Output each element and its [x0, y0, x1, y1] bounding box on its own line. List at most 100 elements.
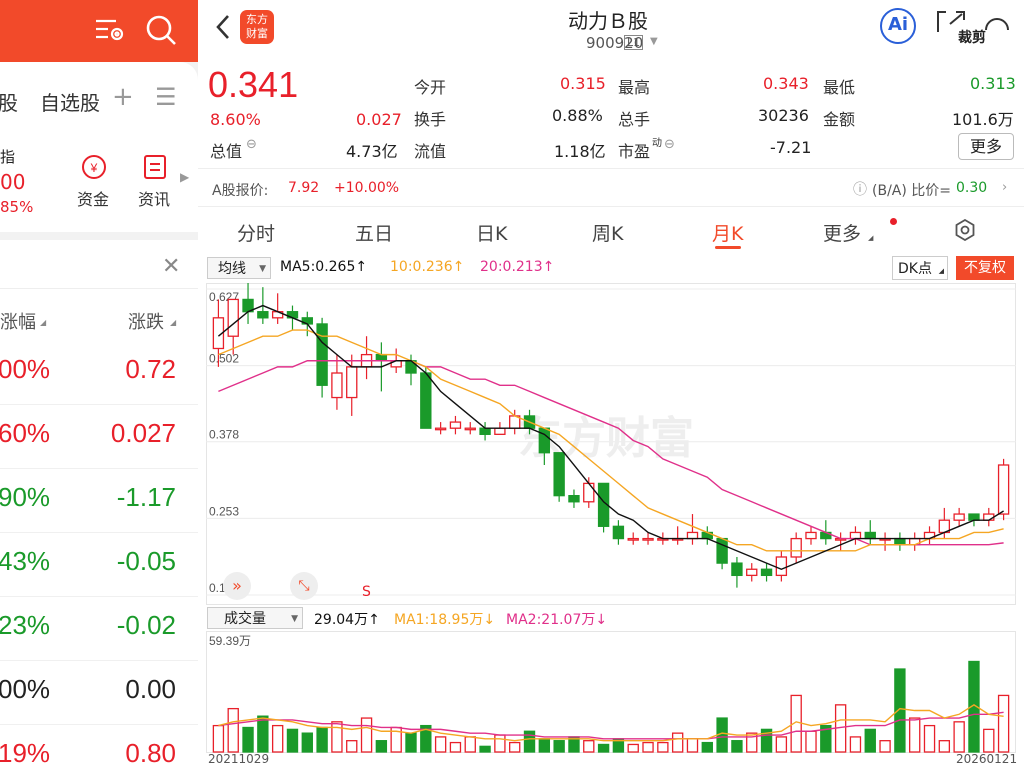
row-change-amt: -0.05 [116, 546, 176, 576]
news-icon[interactable] [143, 154, 167, 180]
volume-bar [686, 738, 699, 753]
row-change-pct: 43% [0, 546, 51, 576]
sort-icon[interactable]: ◢ [170, 318, 176, 327]
volume-bar [316, 726, 328, 753]
ma-selector[interactable]: 均线 ▼ [207, 257, 271, 279]
row-divider [0, 660, 198, 661]
list-item[interactable]: 90% -1.17 [0, 468, 198, 532]
search-icon[interactable] [145, 14, 177, 46]
funds-label[interactable]: 资金 [77, 186, 109, 210]
start-date: 20211029 [208, 752, 270, 766]
candle-body [316, 323, 328, 386]
expand-icon[interactable]: » [223, 572, 251, 600]
volume-bar [983, 728, 995, 753]
gear-icon[interactable] [954, 218, 976, 242]
row-change-pct: 00% [0, 674, 51, 704]
list-item[interactable]: 60% 0.027 [0, 404, 198, 468]
float-label: 流值 [414, 142, 447, 161]
volume-bar [775, 736, 788, 753]
dk-point-selector[interactable]: DK点 ◢ [892, 256, 948, 280]
amount-value: 101.6万 [952, 110, 1014, 129]
close-icon[interactable]: ✕ [162, 254, 180, 279]
news-label[interactable]: 资讯 [138, 186, 170, 210]
volume-chart[interactable]: 59.39万 [206, 631, 1016, 753]
level-badge[interactable]: L1 [624, 35, 644, 50]
candle-body [583, 482, 595, 503]
volume-bar [449, 741, 462, 753]
candlestick-chart[interactable]: 0.6270.5020.3780.2530.128东方财富 [206, 283, 1016, 605]
candle-body [805, 531, 817, 540]
low-value: 0.313 [970, 74, 1016, 93]
refresh-icon[interactable] [982, 10, 1012, 34]
row-divider [0, 468, 198, 469]
volume-bar [227, 707, 239, 753]
list-item[interactable]: 00% 0.72 [0, 340, 198, 404]
volume-bar [538, 738, 551, 753]
tab-monthly-k[interactable]: 月K [712, 219, 743, 246]
logo-line: 东方 [246, 13, 268, 26]
zoom-icon[interactable]: ⤡ [290, 572, 318, 600]
adjust-button[interactable]: 不复权 [956, 256, 1014, 280]
candle-body [538, 427, 551, 454]
volume-bar [627, 743, 639, 753]
row-change-pct: 00% [0, 354, 51, 384]
row-change-amt: -1.17 [116, 482, 176, 512]
column-change-amt[interactable]: 涨跌 [128, 308, 164, 334]
volume-bar [479, 745, 491, 753]
info-icon[interactable]: ⊖ [246, 137, 257, 152]
list-item[interactable]: 23% -0.02 [0, 596, 198, 660]
candle-body [227, 298, 239, 337]
signal-label: S [362, 584, 371, 600]
chevron-right-icon[interactable]: ▶ [180, 170, 189, 184]
candle-body [716, 537, 728, 564]
more-button[interactable]: 更多 [958, 133, 1014, 160]
candle-body [494, 427, 506, 435]
active-tab-underline [715, 246, 741, 249]
volume-bar [953, 721, 965, 753]
list-item[interactable]: 19% 0.80 [0, 724, 198, 768]
info-icon[interactable]: ⊖ [664, 137, 675, 152]
chevron-down-icon[interactable]: ▼ [650, 36, 658, 47]
volume-selector-label: 成交量 [224, 611, 266, 627]
column-change-pct[interactable]: 涨幅 [0, 308, 36, 334]
volume-bar [657, 741, 669, 753]
y-tick-label: 0.253 [209, 504, 239, 518]
candle-body [731, 562, 743, 577]
volume-bar [849, 736, 862, 753]
chevron-right-icon[interactable]: › [1002, 180, 1007, 195]
help-icon[interactable]: ⓘ [853, 179, 867, 199]
index-name[interactable]: 指 [0, 146, 15, 167]
filter-settings-icon[interactable] [94, 16, 126, 44]
volume-value: 30236 [758, 106, 809, 125]
row-change-pct: 23% [0, 610, 51, 640]
candle-body [420, 372, 432, 429]
list-item[interactable]: 43% -0.05 [0, 532, 198, 596]
volume-selector[interactable]: 成交量 ▼ [207, 607, 303, 629]
volume-bar [923, 724, 936, 753]
tab-intraday[interactable]: 分时 [237, 219, 275, 246]
adjust-label: 不复权 [964, 260, 1006, 276]
menu-icon[interactable]: ☰ [155, 83, 177, 111]
change-pct: 8.60% [210, 110, 261, 129]
list-item[interactable]: 00% 0.00 [0, 660, 198, 724]
tab-daily-k[interactable]: 日K [476, 219, 507, 246]
ma10-value: 10:0.236↑ [390, 259, 465, 275]
back-icon[interactable] [214, 12, 232, 42]
row-change-pct: 19% [0, 738, 51, 768]
candle-body [849, 531, 862, 540]
add-icon[interactable]: + [112, 82, 134, 112]
sort-icon[interactable]: ◢ [40, 318, 46, 327]
volume-bar [405, 732, 417, 753]
tab-watchlist[interactable]: 自选股 [40, 87, 100, 116]
ai-button[interactable]: Ai [880, 8, 916, 44]
tab-more[interactable]: 更多 [823, 219, 861, 246]
dropdown-icon: ▼ [291, 614, 298, 624]
divider [198, 206, 1024, 207]
tab-stock-partial[interactable]: 股 [0, 87, 18, 116]
ashare-label: A股报价: [212, 183, 269, 199]
funds-icon[interactable]: ¥ [81, 154, 107, 180]
tab-five-day[interactable]: 五日 [355, 219, 393, 246]
tab-weekly-k[interactable]: 周K [592, 219, 623, 246]
row-divider [0, 596, 198, 597]
candle-body [953, 513, 965, 521]
